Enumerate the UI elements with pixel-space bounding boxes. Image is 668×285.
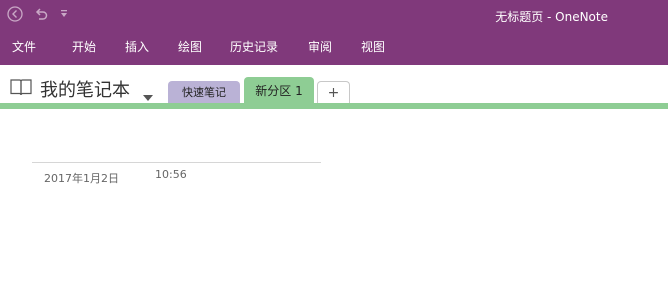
undo-icon[interactable]: [32, 4, 50, 24]
page-title-field[interactable]: [32, 162, 321, 163]
section-color-bar: [0, 103, 668, 109]
page-date: 2017年1月2日: [44, 172, 119, 185]
notebook-name[interactable]: 我的笔记本: [40, 76, 130, 102]
menu-history[interactable]: 历史记录: [230, 38, 278, 55]
menu-insert[interactable]: 插入: [125, 38, 149, 55]
notebook-icon[interactable]: [10, 78, 32, 96]
back-arrow-icon[interactable]: [6, 4, 24, 24]
page-time: 10:56: [155, 168, 187, 181]
menu-file[interactable]: 文件: [12, 38, 36, 55]
section-tab-quick-notes[interactable]: 快速笔记: [168, 81, 240, 103]
section-tab-new-section-1[interactable]: 新分区 1: [244, 77, 314, 103]
menu-draw[interactable]: 绘图: [178, 38, 202, 55]
chevron-down-icon[interactable]: [143, 86, 153, 101]
menu-review[interactable]: 审阅: [308, 38, 332, 55]
window-title: 无标题页 - OneNote: [495, 10, 608, 24]
menu-view[interactable]: 视图: [361, 38, 385, 55]
add-section-button[interactable]: +: [317, 81, 350, 103]
qat-customize-icon[interactable]: [58, 4, 70, 24]
ribbon-tabs: 文件 开始 插入 绘图 历史记录 审阅 视图: [0, 32, 668, 65]
menu-home[interactable]: 开始: [72, 38, 96, 55]
title-bar: 无标题页 - OneNote: [0, 0, 668, 32]
